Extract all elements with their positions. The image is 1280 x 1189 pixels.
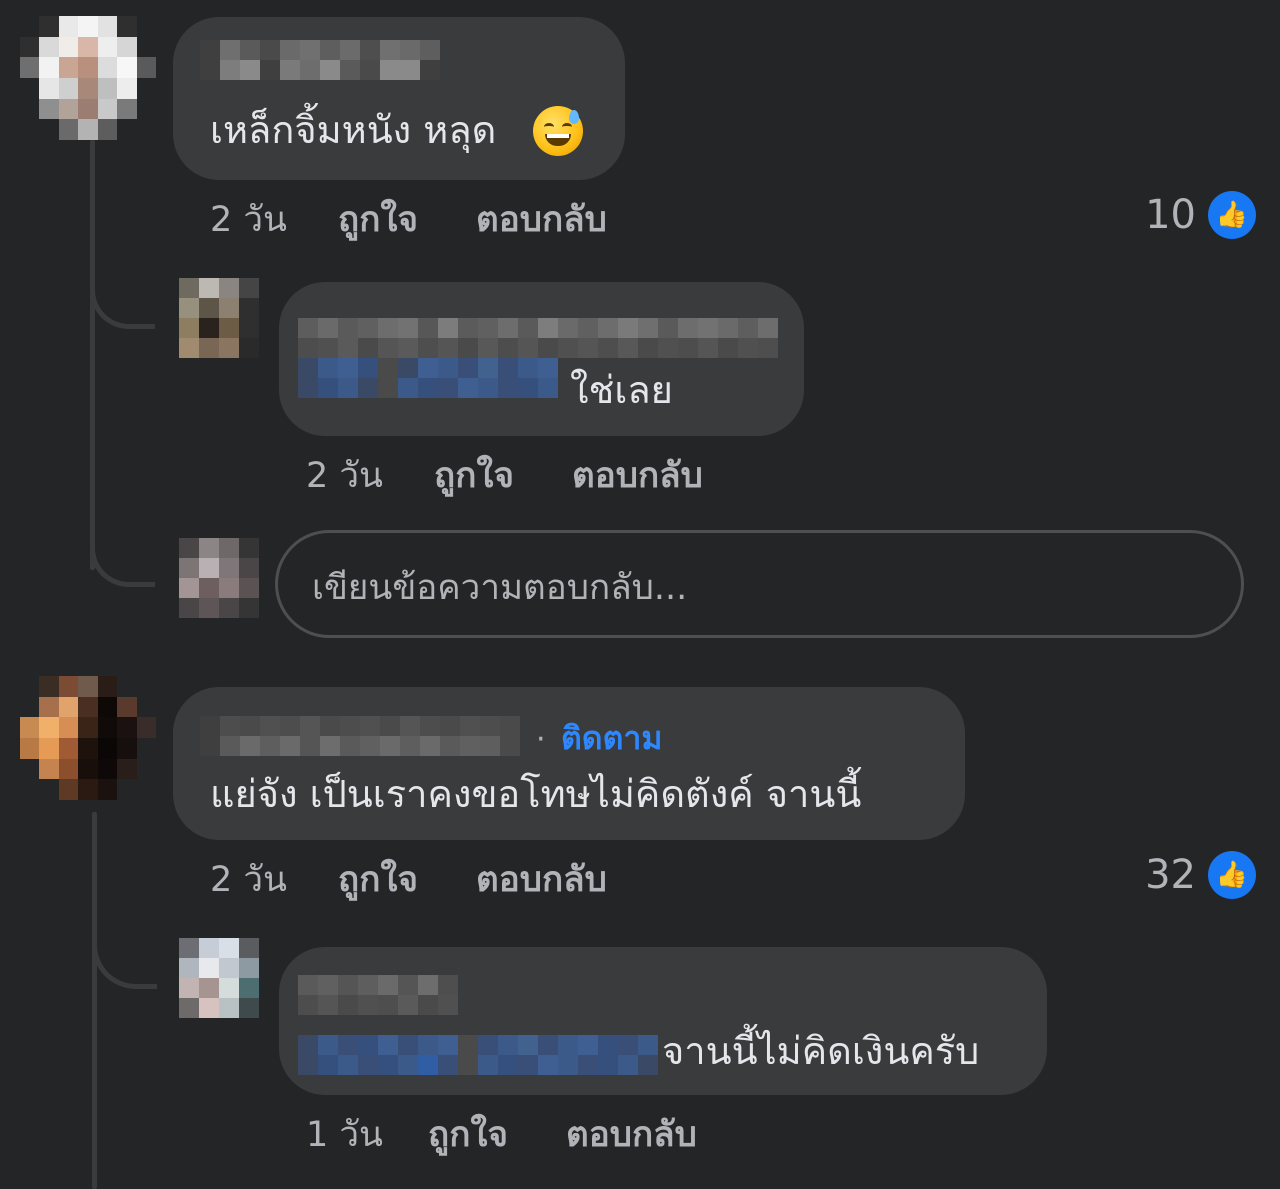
avatar[interactable]	[20, 16, 156, 140]
mention-tag-redacted[interactable]	[298, 358, 558, 398]
comment-text: แย่จัง เป็นเราคงขอโทษไม่คิดตังค์ จานนี้	[210, 772, 862, 816]
commenter-name-redacted-row2	[200, 736, 520, 756]
reply-time[interactable]: 2 วัน	[306, 456, 383, 496]
avatar[interactable]	[20, 676, 156, 800]
like-button[interactable]: ถูกใจ	[338, 860, 418, 900]
reply-text: จานนี้ไม่คิดเงินครับ	[662, 1029, 980, 1073]
commenter-name-redacted[interactable]	[200, 40, 440, 60]
comment-time[interactable]: 2 วัน	[210, 200, 287, 240]
thread-line-2	[92, 812, 97, 1189]
reply-text: ใช่เลย	[570, 368, 673, 412]
thread-branch-2	[90, 548, 155, 587]
mention-tag-redacted[interactable]	[298, 1035, 658, 1075]
grinning-face-with-sweat-icon	[533, 106, 583, 156]
thread-branch-3	[92, 920, 157, 989]
reaction-count[interactable]: 32	[1100, 853, 1196, 897]
follow-button[interactable]: ติดตาม	[561, 718, 662, 758]
comment-text: เหล็กจิ้มหนัง หลุด	[210, 108, 497, 152]
replier-name-redacted-row2	[298, 995, 458, 1015]
replier-name-redacted[interactable]	[298, 975, 458, 995]
avatar	[179, 538, 259, 618]
like-button[interactable]: ถูกใจ	[434, 456, 514, 496]
replier-name-redacted-row2	[298, 338, 778, 358]
avatar[interactable]	[179, 938, 259, 1018]
reaction-count[interactable]: 10	[1100, 193, 1196, 237]
reply-button[interactable]: ตอบกลับ	[566, 1115, 697, 1155]
separator-dot: ·	[536, 722, 546, 757]
reply-button[interactable]: ตอบกลับ	[476, 860, 607, 900]
avatar[interactable]	[179, 278, 259, 358]
reply-button[interactable]: ตอบกลับ	[476, 200, 607, 240]
reply-time[interactable]: 1 วัน	[306, 1115, 383, 1155]
comment-time[interactable]: 2 วัน	[210, 860, 287, 900]
thumbs-up-icon[interactable]: 👍	[1208, 851, 1256, 899]
thread-line-1	[90, 140, 95, 570]
commenter-name-redacted-row2	[200, 60, 440, 80]
like-button[interactable]: ถูกใจ	[428, 1115, 508, 1155]
thumbs-up-icon[interactable]: 👍	[1208, 191, 1256, 239]
commenter-name-redacted[interactable]	[200, 716, 520, 736]
thread-branch-1	[90, 290, 155, 329]
reply-button[interactable]: ตอบกลับ	[572, 456, 703, 496]
reply-input-placeholder: เขียนข้อความตอบกลับ...	[312, 568, 688, 608]
replier-name-redacted[interactable]	[298, 318, 778, 338]
like-button[interactable]: ถูกใจ	[338, 200, 418, 240]
